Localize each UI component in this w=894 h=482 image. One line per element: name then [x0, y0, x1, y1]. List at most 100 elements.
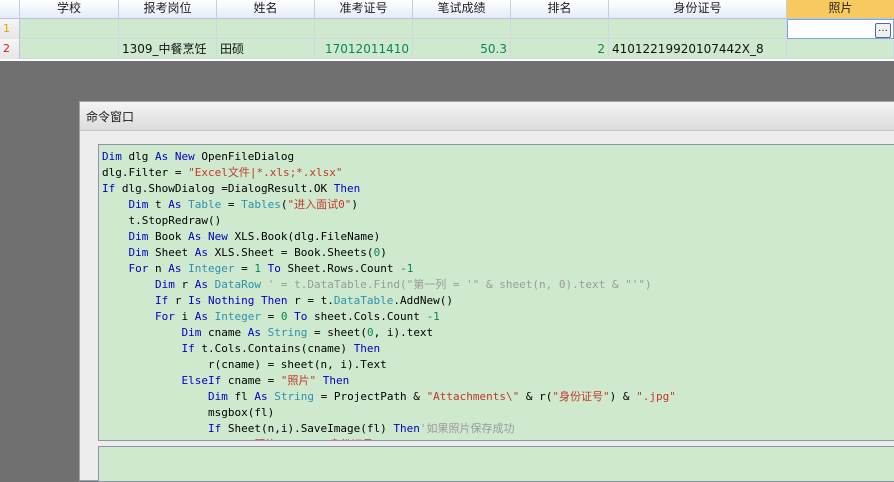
code-token: 0 [366, 326, 374, 339]
col-header-written-score[interactable]: 笔试成绩 [413, 0, 511, 18]
code-token: "照片" [248, 438, 283, 440]
code-token: Then [322, 374, 350, 387]
code-line[interactable]: Dim r As DataRow ' = t.DataTable.Find("第… [102, 277, 652, 293]
cell-id-number[interactable] [609, 19, 787, 39]
code-token: "身份证号" [552, 390, 610, 403]
code-line[interactable]: If t.Cols.Contains(cname) Then [102, 341, 380, 357]
col-header-exam-number[interactable]: 准考证号 [315, 0, 413, 18]
col-header-name[interactable]: 姓名 [217, 0, 315, 18]
corner-cell[interactable] [0, 0, 20, 18]
code-line[interactable]: msgbox(fl) [102, 405, 274, 421]
cell-written-score[interactable] [413, 19, 511, 39]
col-header-school[interactable]: 学校 [20, 0, 119, 18]
table-row[interactable]: 1 … [0, 19, 894, 39]
code-token: To [267, 262, 281, 275]
row-number[interactable]: 2 [0, 39, 20, 59]
table-row[interactable]: 2 1309_中餐烹饪 田硕 17012011410 50.3 2 410122… [0, 39, 894, 59]
code-line[interactable]: Dim Sheet As XLS.Sheet = Book.Sheets(0) [102, 245, 387, 261]
cell-rank[interactable] [511, 19, 609, 39]
cell-name[interactable] [217, 19, 315, 39]
code-line[interactable]: ElseIf cname = "照片" Then [102, 373, 349, 389]
cell-id-number[interactable]: 41012219920107442X_8 [609, 39, 787, 59]
code-token: ".jpg" [636, 390, 676, 403]
code-token: OpenFileDialog [194, 150, 295, 163]
code-line[interactable]: If r Is Nothing Then r = t.DataTable.Add… [102, 293, 453, 309]
code-token: dlg.ShowDialog =DialogResult.OK [115, 182, 334, 195]
code-line[interactable]: If dlg.ShowDialog =DialogResult.OK Then [102, 181, 360, 197]
code-token: DataTable [333, 294, 394, 307]
code-token: For [128, 262, 149, 275]
cell-name[interactable]: 田硕 [217, 39, 315, 59]
code-line[interactable]: r("照片") = r("身份证号") & ".jpg" [102, 437, 446, 440]
code-line[interactable]: Dim t As Table = Tables("进入面试0") [102, 197, 359, 213]
code-token: i [174, 310, 195, 323]
code-token: Sheet [148, 246, 195, 259]
cell-written-score[interactable]: 50.3 [413, 39, 511, 59]
code-token: fl [227, 390, 255, 403]
code-token: Sheet.Rows.Count [280, 262, 401, 275]
code-token: As [254, 390, 268, 403]
code-line[interactable]: Dim fl As String = ProjectPath & "Attach… [102, 389, 676, 405]
cell-school[interactable] [20, 39, 119, 59]
code-token: As [247, 326, 261, 339]
code-token: -1 [400, 262, 414, 275]
cell-position[interactable]: 1309_中餐烹饪 [119, 39, 217, 59]
cell-rank[interactable]: 2 [511, 39, 609, 59]
cell-photo[interactable] [787, 39, 894, 59]
code-token: As [194, 246, 208, 259]
code-token: Then [333, 182, 361, 195]
cell-school[interactable] [20, 19, 119, 39]
code-token: "Excel文件|*.xls;*.xlsx" [188, 166, 343, 179]
code-line[interactable]: For i As Integer = 0 To sheet.Cols.Count… [102, 309, 440, 325]
col-header-id-number[interactable]: 身份证号 [609, 0, 787, 18]
output-pane[interactable] [98, 446, 894, 482]
col-header-photo[interactable]: 照片 [787, 0, 894, 18]
code-token: cname [201, 326, 248, 339]
code-token: If [154, 294, 169, 307]
code-line[interactable]: Dim dlg As New OpenFileDialog [102, 149, 294, 165]
code-token: ElseIf [181, 374, 222, 387]
code-token: As [168, 262, 182, 275]
grid-header: 学校 报考岗位 姓名 准考证号 笔试成绩 排名 身份证号 照片 [0, 0, 894, 19]
window-titlebar[interactable]: 命令窗口 [80, 102, 894, 131]
code-line[interactable]: If Sheet(n,i).SaveImage(fl) Then'如果照片保存成… [102, 421, 515, 437]
code-token: ' = t.DataTable.Find("第一列 = '" & sheet(n… [267, 278, 652, 291]
code-token: DataRow [214, 278, 261, 291]
ellipsis-button[interactable]: … [875, 23, 891, 38]
code-token: For [154, 310, 175, 323]
code-line[interactable]: Dim cname As String = sheet(0, i).text [102, 325, 433, 341]
code-line[interactable]: dlg.Filter = "Excel文件|*.xls;*.xlsx" [102, 165, 343, 181]
code-token: = [234, 262, 255, 275]
code-line[interactable]: r(cname) = sheet(n, i).Text [102, 357, 387, 373]
col-header-position[interactable]: 报考岗位 [119, 0, 217, 18]
cell-position[interactable] [119, 19, 217, 39]
code-line[interactable]: Dim Book As New XLS.Book(dlg.FileName) [102, 229, 381, 245]
code-line[interactable]: For n As Integer = 1 To Sheet.Rows.Count… [102, 261, 414, 277]
code-token: t.StopRedraw() [102, 214, 222, 227]
row-number[interactable]: 1 [0, 19, 20, 39]
cell-exam-number[interactable] [315, 19, 413, 39]
cell-photo-selected[interactable]: … [787, 19, 894, 39]
code-token: n [148, 262, 169, 275]
col-header-rank[interactable]: 排名 [511, 0, 609, 18]
code-token: r [168, 294, 189, 307]
code-token: ) & [609, 390, 637, 403]
code-token: As New [188, 230, 228, 243]
code-line[interactable]: t.StopRedraw() [102, 213, 221, 229]
cell-exam-number[interactable]: 17012011410 [315, 39, 413, 59]
command-window: 命令窗口 Dim dlg As New OpenFileDialog dlg.Fi… [79, 101, 894, 482]
code-token: dlg.Filter = [102, 166, 189, 179]
code-editor[interactable]: Dim dlg As New OpenFileDialog dlg.Filter … [98, 144, 894, 441]
code-token: r [174, 278, 195, 291]
